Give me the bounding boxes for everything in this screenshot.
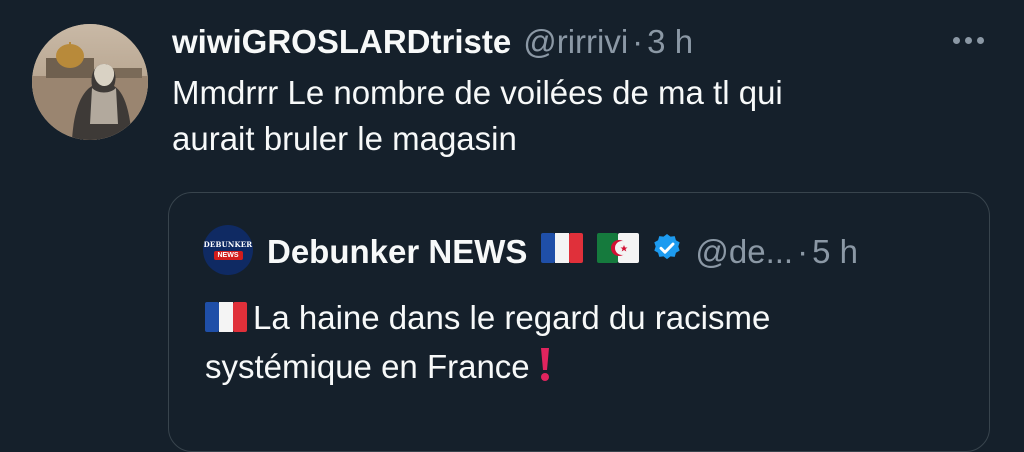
quoted-tweet-header: Debunker NEWS @de... · 5 h [267, 231, 858, 273]
quoted-avatar[interactable]: DEBUNKER NEWS [203, 225, 253, 275]
quoted-text-line: La haine dans le regard du racisme [253, 299, 771, 336]
tweet-header: wiwiGROSLARDtriste @rirrivi · 3 h [172, 20, 693, 64]
france-flag-icon [205, 298, 247, 344]
quoted-tweet-card[interactable]: DEBUNKER NEWS Debunker NEWS @de... · 5 h… [168, 192, 990, 452]
dot-icon [976, 36, 984, 44]
tweet-text-line: Mmdrrr Le nombre de voilées de ma tl qui [172, 74, 783, 111]
quoted-display-name[interactable]: Debunker NEWS [267, 233, 527, 271]
quoted-timestamp[interactable]: 5 h [812, 233, 858, 271]
france-flag-icon [541, 233, 584, 271]
author-display-name[interactable]: wiwiGROSLARDtriste [172, 23, 511, 61]
tweet-text-line: aurait bruler le magasin [172, 120, 517, 157]
avatar[interactable] [32, 24, 148, 140]
author-handle[interactable]: @rirrivi [523, 23, 628, 61]
dot-icon [964, 36, 972, 44]
separator-dot: · [797, 233, 809, 270]
verified-badge-icon[interactable] [651, 232, 683, 272]
quoted-text-line-2: systémique en France [205, 344, 945, 394]
quoted-avatar-text-top: DEBUNKER [203, 240, 253, 249]
quoted-tweet-text: La haine dans le regard du racisme systé… [205, 295, 945, 394]
quoted-avatar-text-bottom: NEWS [213, 251, 243, 260]
dot-icon [952, 36, 960, 44]
separator-dot: · [632, 23, 644, 60]
quoted-text-line: systémique en France [205, 348, 530, 385]
quoted-text-line-1: La haine dans le regard du racisme [205, 295, 945, 344]
algeria-flag-icon [597, 233, 640, 271]
tweet-text: Mmdrrr Le nombre de voilées de ma tl qui… [172, 70, 952, 162]
red-exclamation-icon [538, 346, 552, 394]
quoted-handle[interactable]: @de... [695, 233, 793, 271]
more-horizontal-icon[interactable] [946, 26, 990, 54]
tweet-timestamp[interactable]: 3 h [647, 23, 693, 61]
